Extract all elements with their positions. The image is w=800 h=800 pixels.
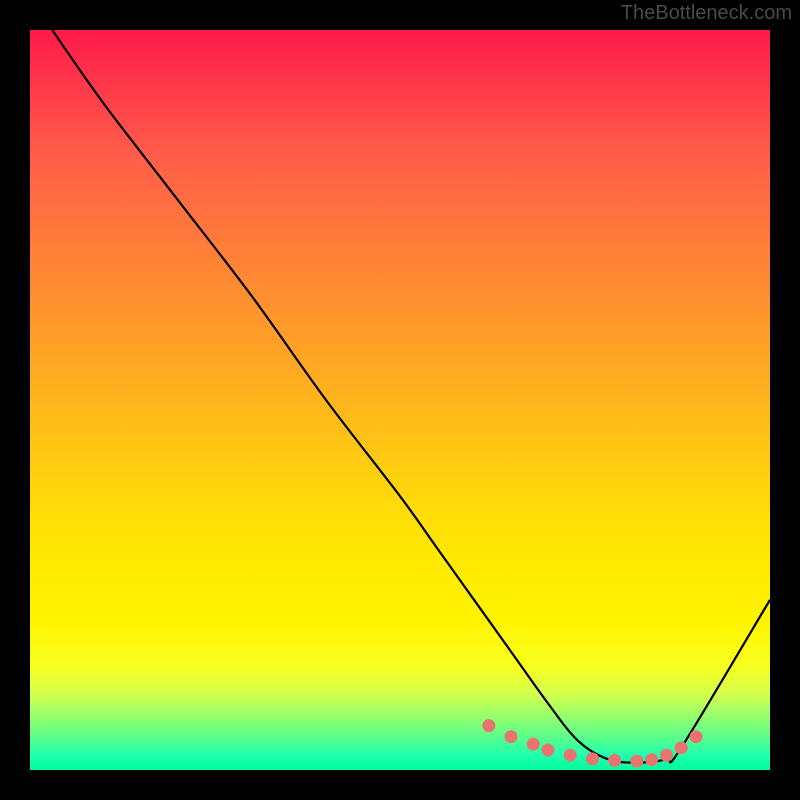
marker-dot	[505, 730, 518, 743]
plot-area	[30, 30, 770, 770]
marker-dot	[660, 749, 673, 762]
marker-dot	[527, 738, 540, 751]
marker-dot	[690, 730, 703, 743]
curve-svg	[30, 30, 770, 770]
marker-dot	[645, 753, 658, 766]
marker-dots	[482, 719, 702, 768]
watermark-text: TheBottleneck.com	[621, 2, 792, 25]
chart-container: TheBottleneck.com	[0, 0, 800, 800]
marker-dot	[675, 741, 688, 754]
marker-dot	[482, 719, 495, 732]
bottleneck-curve	[52, 30, 770, 763]
marker-dot	[586, 752, 599, 765]
marker-dot	[608, 754, 621, 767]
marker-dot	[630, 755, 643, 768]
marker-dot	[564, 749, 577, 762]
marker-dot	[542, 744, 555, 757]
